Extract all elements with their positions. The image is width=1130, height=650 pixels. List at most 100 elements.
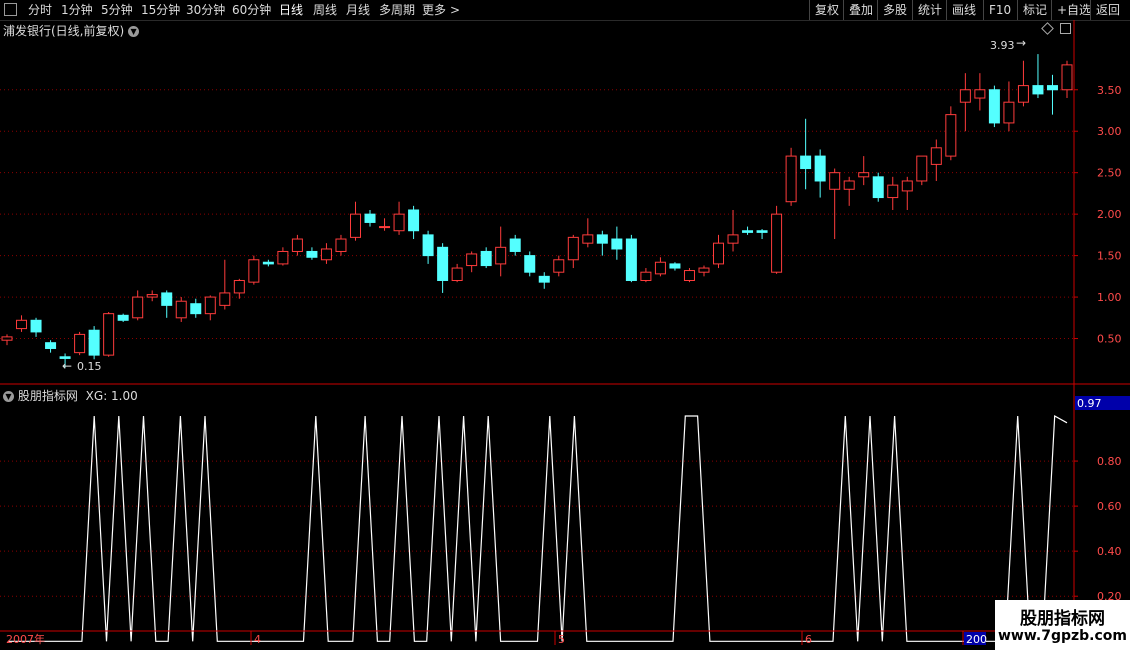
candle-body xyxy=(103,313,115,356)
candle-body xyxy=(1,336,13,341)
last-value-badge: 0.97 xyxy=(1077,397,1102,410)
watermark-url: www.7gpzb.com xyxy=(997,628,1127,644)
candle-body xyxy=(1046,85,1058,91)
x-tick-label: 2007年 xyxy=(6,632,45,646)
candle-body xyxy=(335,238,347,252)
x-tick-label: 4 xyxy=(254,633,261,646)
candle-body xyxy=(698,267,710,273)
candle-body xyxy=(988,89,1000,124)
axes: 0.501.001.502.002.503.003.500.200.400.60… xyxy=(0,20,1130,650)
candle-body xyxy=(553,259,565,273)
candle-body xyxy=(30,319,42,333)
y-tick-label: 0.50 xyxy=(1097,333,1122,346)
candle-body xyxy=(727,234,739,244)
candle-body xyxy=(582,234,594,244)
candle-body xyxy=(901,180,913,192)
candle-body xyxy=(654,261,666,275)
candle-body xyxy=(74,333,86,354)
y-tick-label: 2.50 xyxy=(1097,167,1122,180)
candle-body xyxy=(640,271,652,281)
low-arrow: ← xyxy=(62,359,72,373)
candle-body xyxy=(596,234,608,244)
high-arrow: → xyxy=(1016,36,1026,50)
y-tick-label: 3.50 xyxy=(1097,84,1122,97)
candle-body xyxy=(683,270,695,281)
candle-body xyxy=(959,89,971,103)
candle-body xyxy=(379,226,391,229)
candle-body xyxy=(132,296,144,319)
low-annotation: 0.15 xyxy=(77,360,102,373)
candle-body xyxy=(742,230,754,233)
candle-body xyxy=(872,176,884,199)
candle-body xyxy=(190,303,202,315)
candle-body xyxy=(1061,64,1073,91)
stock-chart[interactable]: 0.501.001.502.002.503.003.500.200.400.60… xyxy=(0,0,1130,650)
candle-body xyxy=(466,253,478,267)
high-annotation: 3.93 xyxy=(990,39,1015,52)
candle-body xyxy=(916,155,928,182)
candle-body xyxy=(945,114,957,157)
candle-body xyxy=(451,267,463,281)
xg-line xyxy=(8,415,1068,642)
candle-body xyxy=(480,250,492,267)
y-tick-label: 0.60 xyxy=(1097,500,1122,513)
candle-body xyxy=(611,238,623,250)
candle-body xyxy=(146,294,158,298)
y-tick-label: 1.50 xyxy=(1097,250,1122,263)
candle-body xyxy=(538,275,550,283)
candle-body xyxy=(291,238,303,252)
candle-body xyxy=(858,172,870,178)
y-tick-label: 1.00 xyxy=(1097,291,1122,304)
candle-body xyxy=(625,238,637,281)
candle-body xyxy=(843,180,855,190)
candle-body xyxy=(277,250,289,265)
candle-body xyxy=(45,342,57,349)
candlestick-series xyxy=(1,54,1073,368)
candle-body xyxy=(509,238,521,252)
candle-body xyxy=(422,234,434,257)
candle-body xyxy=(364,213,376,223)
watermark: 股朋指标网 www.7gpzb.com xyxy=(995,600,1130,650)
y-tick-label: 2.00 xyxy=(1097,208,1122,221)
candle-body xyxy=(408,209,420,232)
candle-body xyxy=(306,250,318,258)
candle-body xyxy=(1017,85,1029,103)
candle-body xyxy=(800,155,812,170)
candle-body xyxy=(1003,101,1015,124)
candle-body xyxy=(320,248,332,261)
y-tick-label: 0.80 xyxy=(1097,455,1122,468)
candle-body xyxy=(1032,85,1044,95)
candle-body xyxy=(248,259,260,283)
candle-body xyxy=(713,242,725,265)
indicator-series xyxy=(8,415,1068,642)
candle-body xyxy=(756,230,768,233)
candle-body xyxy=(262,261,274,265)
candle-body xyxy=(204,296,216,315)
candle-body xyxy=(393,213,405,232)
y-tick-label: 0.40 xyxy=(1097,545,1122,558)
candle-body xyxy=(233,279,245,294)
candle-body xyxy=(814,155,826,182)
candle-body xyxy=(161,292,173,306)
candle-body xyxy=(349,213,361,238)
candle-body xyxy=(785,155,797,203)
candle-body xyxy=(117,314,129,321)
x-tick-label: 6 xyxy=(805,633,812,646)
candle-body xyxy=(524,255,536,273)
candle-body xyxy=(175,300,187,319)
candle-body xyxy=(974,89,986,99)
candle-body xyxy=(669,263,681,269)
candle-body xyxy=(437,246,449,281)
grid-lines xyxy=(0,89,1074,597)
candle-body xyxy=(887,184,899,199)
candle-body xyxy=(771,213,783,273)
x-tick-label: 5 xyxy=(558,633,565,646)
x-tick-label: 200 xyxy=(966,633,987,646)
candle-body xyxy=(495,246,507,265)
candle-body xyxy=(930,147,942,165)
candle-body xyxy=(829,172,841,190)
candle-body xyxy=(567,236,579,261)
y-tick-label: 3.00 xyxy=(1097,125,1122,138)
candle-body xyxy=(16,319,28,330)
candle-body xyxy=(88,329,100,356)
